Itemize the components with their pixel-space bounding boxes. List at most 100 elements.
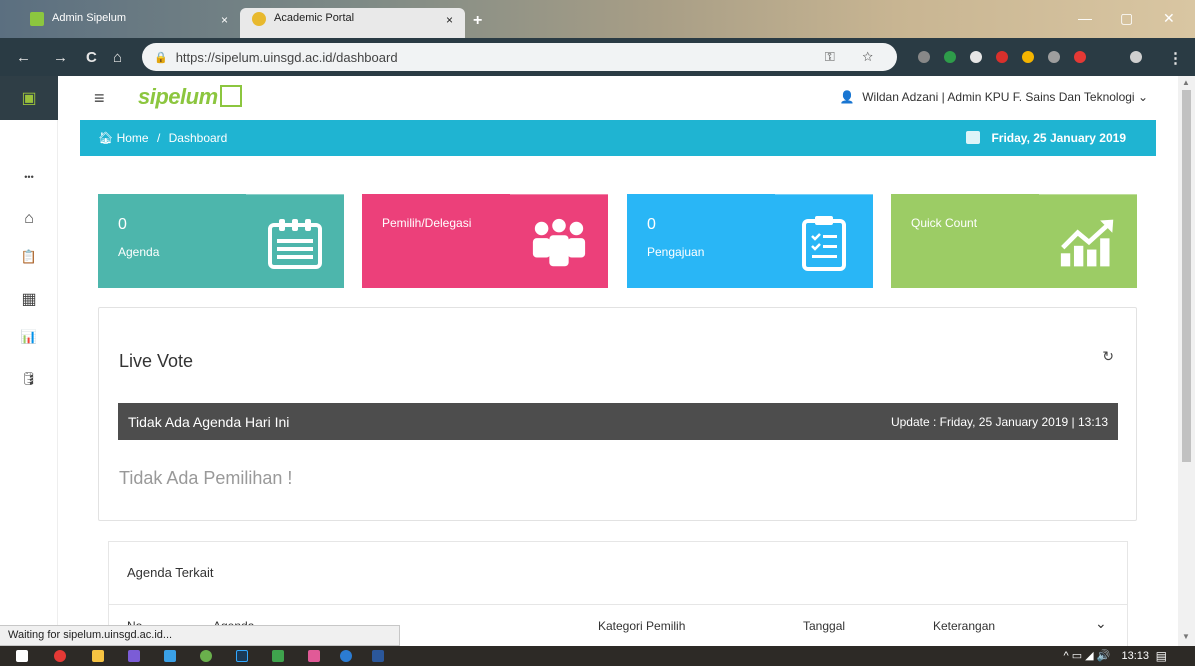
calendar-icon [966,131,981,144]
current-date: Friday, 25 January 2019 [966,131,1126,145]
agenda-label: Agenda [118,245,160,259]
clipboard-list-icon [795,214,853,272]
extension-icon[interactable] [944,51,956,63]
app-icon[interactable] [164,650,176,662]
tab-academic-portal[interactable]: Academic Portal × [240,8,465,38]
breadcrumb-bar: 🏠︎ Home / Dashboard Friday, 25 January 2… [80,120,1156,156]
extension-icon[interactable] [1074,51,1086,63]
system-tray[interactable]: ^ ▭ ◢ 🔊 13:13 [1064,649,1149,662]
photoshop-icon[interactable] [236,650,248,662]
column-header-date: Tanggal [803,619,846,633]
logo-text: sipelum [138,84,218,109]
date-text: Friday, 25 January 2019 [991,131,1126,145]
url-bar[interactable]: 🔒 https://sipelum.uinsgd.ac.id/dashboard… [142,43,897,71]
close-tab-icon[interactable]: × [221,13,228,27]
file-explorer-icon[interactable] [92,650,104,662]
user-menu[interactable]: 👤 Wildan Adzani | Admin KPU F. Sains Dan… [840,90,1148,104]
clipboard-icon[interactable]: 📋 [0,249,63,265]
quick-count-label: Quick Count [911,216,978,230]
drive-icon[interactable] [1022,51,1034,63]
hamburger-menu-icon[interactable]: ≡ [94,88,105,109]
key-and-star-icons[interactable]: ⚿ ☆ [825,49,885,65]
app-brand-icon[interactable]: ▣ [0,76,58,120]
ballot-box-icon [219,85,242,108]
extension-icon[interactable] [1048,51,1060,63]
chrome-menu-icon[interactable]: ⋮ [1168,49,1183,67]
quick-count-card[interactable]: Quick Count [891,192,1137,288]
sipelum-logo[interactable]: sipelum [138,84,242,110]
breadcrumb-separator: / [156,131,161,145]
breadcrumb: 🏠︎ Home / Dashboard [98,131,227,145]
more-dots-icon[interactable]: ••• [0,172,63,182]
column-header-notes: Keterangan [933,619,996,633]
tab-title: Admin Sipelum [52,12,126,24]
close-window-icon[interactable]: ✕ [1163,10,1175,27]
new-tab-button[interactable]: + [473,12,482,30]
voters-card[interactable]: Pemilih/Delegasi [362,192,608,288]
database-icon[interactable]: 🛢 [0,371,63,387]
adblock-icon[interactable] [996,51,1008,63]
page-scrollbar[interactable]: ▲ ▼ [1178,76,1195,646]
breadcrumb-home[interactable]: Home [117,131,149,145]
refresh-icon[interactable]: ↻ [1102,348,1114,365]
app-icon[interactable] [128,650,140,662]
no-agenda-text: Tidak Ada Agenda Hari Ini [128,414,290,430]
user-icon: 👤 [839,90,855,104]
app-header: ≡ sipelum 👤 Wildan Adzani | Admin KPU F.… [58,76,1178,120]
update-timestamp: Update : Friday, 25 January 2019 | 13:13 [890,415,1108,429]
scrollbar-thumb[interactable] [1182,90,1191,462]
reload-icon[interactable]: C [86,49,97,66]
chevron-down-icon[interactable]: ⌄ [1095,615,1107,632]
minimize-icon[interactable]: — [1078,10,1092,26]
edge-icon[interactable] [340,650,352,662]
notification-icon[interactable]: ▤ [1156,649,1167,663]
word-icon[interactable] [372,650,384,662]
no-election-message: Tidak Ada Pemilihan ! [119,468,293,488]
voters-label: Pemilih/Delegasi [382,216,472,230]
submission-card[interactable]: 0 Pengajuan [627,192,873,288]
chevron-down-icon: ⌄ [1137,90,1148,104]
app-icon[interactable] [308,650,320,662]
extension-icon[interactable] [970,51,982,63]
divider [109,604,1127,605]
sipelum-favicon-icon [30,12,44,26]
tab-title: Academic Portal [274,12,355,24]
portal-favicon-icon [252,12,266,26]
clock: 13:13 [1121,650,1149,662]
card-accent [246,192,344,195]
bar-chart-icon[interactable]: 📊 [0,329,63,345]
calendar-icon [266,214,324,272]
app-icon[interactable] [200,650,212,662]
card-accent [510,192,608,195]
related-agenda-title: Agenda Terkait [127,565,214,580]
home-icon[interactable]: ⌂ [0,210,63,228]
forward-icon[interactable]: → [53,49,68,66]
user-name: Wildan Adzani | Admin KPU F. Sains Dan T… [862,90,1135,104]
app-icon[interactable] [272,650,284,662]
back-icon[interactable]: ← [16,49,31,66]
home-icon[interactable]: ⌂ [113,49,122,66]
windows-start-icon[interactable] [16,650,28,662]
column-header-voter-category: Kategori Pemilih [598,619,686,633]
lock-icon: 🔒 [154,51,168,64]
close-tab-icon[interactable]: × [446,13,453,27]
tray-icons: ^ ▭ ◢ 🔊 [1063,650,1111,662]
profile-avatar-icon[interactable] [1130,51,1142,63]
agenda-count: 0 [118,216,127,233]
url-text: https://sipelum.uinsgd.ac.id/dashboard [175,49,398,65]
trending-up-icon [1059,214,1117,272]
extension-icon[interactable] [918,51,930,63]
scroll-down-icon[interactable]: ▼ [1182,632,1190,641]
users-icon [530,214,588,272]
maximize-icon[interactable]: ▢ [1120,10,1133,27]
submission-label: Pengajuan [647,245,705,259]
browser-status-bar: Waiting for sipelum.uinsgd.ac.id... [0,625,400,646]
chrome-icon[interactable] [54,650,66,662]
browser-toolbar: ← → C ⌂ 🔒 https://sipelum.uinsgd.ac.id/d… [0,38,1195,76]
live-vote-panel: Live Vote ↻ Tidak Ada Agenda Hari Ini Up… [98,307,1137,521]
card-accent [1039,192,1137,195]
agenda-card[interactable]: 0 Agenda [98,192,344,288]
scroll-up-icon[interactable]: ▲ [1182,78,1190,87]
home-icon: 🏠︎ [98,131,114,145]
calendar-icon[interactable]: ▦ [0,289,63,309]
